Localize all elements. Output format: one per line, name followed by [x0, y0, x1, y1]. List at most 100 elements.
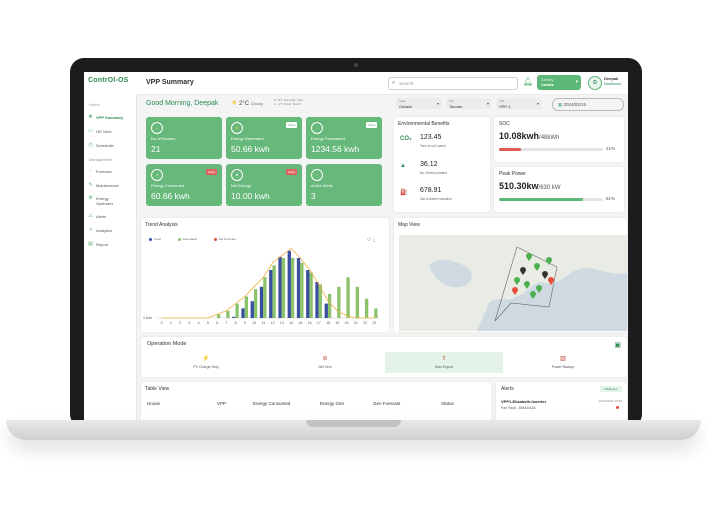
- bar-generated-16: [309, 272, 313, 318]
- sidebar-item-hd-view[interactable]: ▭ HD View: [88, 129, 134, 138]
- sidebar-item-maintenance[interactable]: ✎ Maintenance: [88, 183, 134, 192]
- x-tick-13: 13: [280, 321, 284, 325]
- analytics-icon: ↗: [88, 227, 93, 233]
- alerts-card: Alerts VIEW ALL VPP1-Elizabeth-Inverter …: [496, 382, 627, 420]
- sidebar-item-vpp-summary[interactable]: ✳ VPP Summary: [88, 115, 134, 124]
- x-tick-23: 23: [372, 321, 376, 325]
- bar-generated-21: [355, 286, 360, 318]
- maintenance-icon: ✎: [88, 182, 93, 188]
- env-row-trees: ▲ 36.12 No of trees planted: [400, 161, 447, 175]
- bar-generated-6: [216, 314, 221, 318]
- bar-generated-11: [263, 277, 267, 318]
- tile-energy-forecasted[interactable]: ◌ Today Energy Forecasted 1234.56 kwh: [306, 117, 382, 159]
- page-title: VPP Summary: [146, 79, 194, 86]
- x-tick-3: 3: [188, 321, 190, 325]
- trend-analysis-card: Trend Analysis Load Generated Net Foreca…: [141, 218, 389, 332]
- tree-icon: ▲: [400, 163, 406, 169]
- x-tick-5: 5: [207, 321, 209, 325]
- map-marker-icon[interactable]: [530, 291, 536, 299]
- hd-view-icon: ▭: [88, 128, 93, 134]
- alert-time: 2024/02/02 10:30: [598, 399, 622, 403]
- city-filter[interactable]: City Toronto ▾: [446, 98, 492, 109]
- tile-energy-generated[interactable]: ⚡ Today Energy Generated 50.66 kwh: [226, 117, 302, 159]
- col-energy-gen[interactable]: Energy Gen: [320, 401, 344, 406]
- x-tick-6: 6: [216, 321, 218, 325]
- sun-cloud-icon: ☀: [231, 100, 238, 107]
- alert-name[interactable]: VPP1-Elizabeth-Inverter: [501, 399, 546, 404]
- today-badge: Today: [286, 169, 297, 175]
- bar-generated-20: [346, 277, 350, 318]
- avatar[interactable]: D: [588, 76, 602, 90]
- laptop-frame: ContrOl-OS Home ✳ VPP Summary ▭ HD View ◷ S…: [70, 58, 642, 428]
- bar-load-16: [306, 270, 310, 318]
- op-option-power-backup[interactable]: ▥ Power Backup: [504, 352, 622, 373]
- search-input[interactable]: ⌕ Search: [388, 77, 518, 90]
- sidebar-item-energy-optimizer[interactable]: ⚙ Energy Optimizer: [88, 196, 134, 210]
- house-icon: ⌂: [151, 122, 163, 134]
- op-option-max-export[interactable]: ⇧ Max Export: [385, 352, 503, 373]
- x-tick-22: 22: [363, 321, 367, 325]
- map-canvas[interactable]: [399, 235, 627, 331]
- soc-value: 10.08kwh/48kWh: [499, 131, 560, 141]
- bar-generated-13: [281, 258, 286, 318]
- laptop-notch: [306, 420, 401, 427]
- alerts-icon: ⚠: [88, 213, 93, 219]
- x-tick-0: 0: [161, 321, 163, 325]
- nav-heading-home: Home: [89, 102, 100, 107]
- settings-icon[interactable]: ▣: [614, 341, 621, 349]
- country-select[interactable]: Country Canada ▾: [537, 75, 581, 90]
- optimizer-icon: ⚙: [88, 195, 93, 201]
- report-icon: ▤: [88, 241, 93, 247]
- tile-no-of-houses[interactable]: ⌂ No of Houses 21: [146, 117, 222, 159]
- soc-progress-bar: [499, 148, 603, 151]
- y-tick-label: 0 kwh: [143, 316, 152, 320]
- x-tick-9: 9: [244, 321, 246, 325]
- energy-icon: ⚡: [231, 122, 243, 134]
- col-gen-forecast[interactable]: Gen Forecast: [373, 401, 400, 406]
- date-picker[interactable]: ▦ 2024/02/15: [552, 98, 624, 111]
- bar-generated-15: [300, 262, 304, 318]
- greeting-text: Good Morning, Deepak: [146, 100, 219, 107]
- tile-energy-consumed[interactable]: ⏻ Today Energy Consumed 60.66 kwh: [146, 164, 222, 206]
- map-marker-icon[interactable]: [536, 285, 542, 293]
- sidebar-item-alerts[interactable]: ⚠ Alerts: [88, 214, 134, 223]
- view-all-button[interactable]: VIEW ALL: [600, 386, 622, 392]
- state-filter[interactable]: State Ontario ▾: [396, 98, 442, 109]
- bar-load-8: [232, 316, 236, 318]
- col-energy-consumed[interactable]: Energy Consumed: [253, 401, 290, 406]
- x-tick-17: 17: [317, 321, 321, 325]
- col-house[interactable]: House: [147, 401, 160, 406]
- bar-load-15: [296, 258, 301, 318]
- map-marker-icon[interactable]: [548, 277, 554, 285]
- tile-net-energy[interactable]: ⇄ Today Net Energy 10.00 kwh: [226, 164, 302, 206]
- sidebar-item-forecast[interactable]: ◌ Forecast: [88, 169, 134, 178]
- x-tick-7: 7: [225, 321, 227, 325]
- bar-generated-19: [337, 286, 341, 318]
- sidebar-item-scheduler[interactable]: ◷ Scheduler: [88, 143, 134, 152]
- weather-stats: H: 8°C Humidity: 11% L: -1°C Wind: 5km/h: [274, 98, 303, 107]
- peak-progress-bar: [499, 198, 603, 201]
- bell-icon[interactable]: 🔔︎: [523, 77, 533, 86]
- tile-active-alerts[interactable]: ! Active Alerts 3: [306, 164, 382, 206]
- x-tick-1: 1: [170, 321, 172, 325]
- sidebar-item-report[interactable]: ▤ Report: [88, 242, 134, 251]
- x-tick-11: 11: [262, 321, 266, 325]
- vpp-filter[interactable]: VPP VPP-1 ▾: [496, 98, 542, 109]
- bar-load-12: [269, 270, 273, 318]
- col-vpp[interactable]: VPP: [217, 401, 226, 406]
- x-tick-2: 2: [179, 321, 181, 325]
- bar-load-13: [278, 256, 282, 318]
- x-tick-8: 8: [235, 321, 237, 325]
- col-status[interactable]: Status: [441, 401, 454, 406]
- x-tick-19: 19: [335, 321, 339, 325]
- bar-load-14: [287, 250, 291, 318]
- x-tick-21: 21: [354, 321, 358, 325]
- op-option-net-zero[interactable]: ⊘ Net Zero: [266, 352, 384, 373]
- bar-load-9: [241, 308, 245, 318]
- sidebar-item-analytics[interactable]: ↗ Analytics: [88, 228, 134, 237]
- bar-generated-23: [374, 308, 378, 318]
- bar-generated-22: [364, 298, 369, 318]
- op-option-pv-charge-only[interactable]: ⚡ PV Charge Only: [147, 352, 265, 373]
- bar-generated-7: [226, 310, 230, 318]
- chevron-down-icon: ▾: [436, 101, 439, 106]
